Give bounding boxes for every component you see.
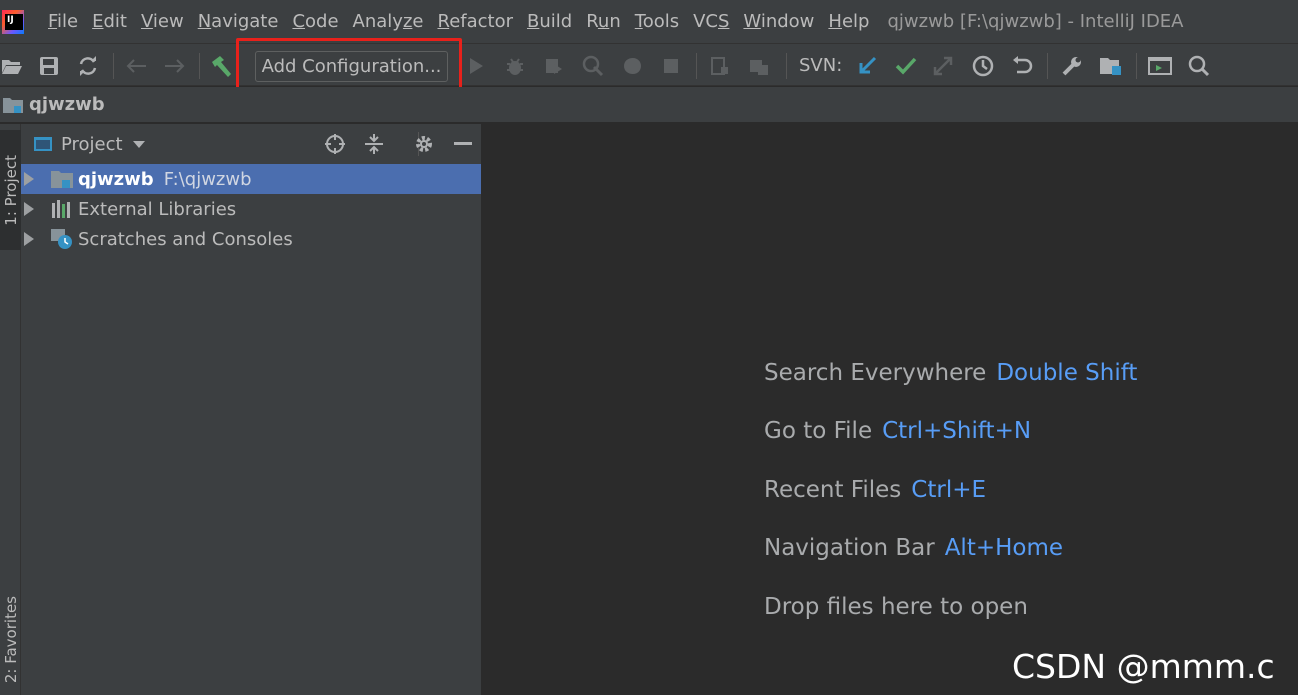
menu-bar: File Edit View Navigate Code Analyze Ref… (0, 0, 1298, 43)
forward-arrow-icon[interactable] (163, 54, 187, 78)
minimize-icon[interactable] (451, 132, 475, 156)
run-icon[interactable] (464, 54, 488, 78)
toolbar-separator (199, 53, 200, 79)
add-configuration-button[interactable]: Add Configuration... (255, 51, 448, 82)
menu-view[interactable]: View (141, 11, 184, 32)
menu-analyze[interactable]: Analyze (353, 11, 424, 32)
hint-shortcut: Ctrl+E (911, 477, 987, 503)
project-window-icon (34, 137, 52, 151)
save-icon[interactable] (37, 54, 61, 78)
libraries-icon (50, 198, 74, 220)
package-icon[interactable] (747, 54, 771, 78)
hint-recent-files: Recent Files Ctrl+E (764, 477, 986, 503)
svn-commit-icon[interactable] (894, 54, 918, 78)
layout-icon[interactable] (708, 54, 732, 78)
toolbar-separator (113, 53, 114, 79)
hint-text: Recent Files (764, 477, 902, 503)
project-tool-window: Project qjwzwb F:\qjwzwb External Librar… (21, 124, 482, 695)
expand-arrow-icon[interactable] (24, 202, 34, 216)
tree-label: qjwzwb (78, 168, 154, 190)
menu-vcs[interactable]: VCS (693, 11, 729, 32)
gear-icon[interactable] (412, 132, 436, 156)
hint-text: Search Everywhere (764, 360, 987, 386)
toolbar-separator (1047, 53, 1048, 79)
hint-drop-files: Drop files here to open (764, 594, 1028, 620)
hint-shortcut: Ctrl+Shift+N (882, 418, 1032, 444)
hint-text: Navigation Bar (764, 535, 935, 561)
module-folder-icon (50, 168, 74, 190)
editor-empty-area[interactable]: Search Everywhere Double Shift Go to File… (483, 124, 1298, 695)
breadcrumb-project[interactable]: qjwzwb (29, 94, 105, 115)
tab-favorites-label: 2: Favorites (1, 595, 20, 684)
watermark: CSDN @mmm.c (1012, 647, 1275, 686)
project-folder-icon (3, 97, 23, 113)
menu-refactor[interactable]: Refactor (437, 11, 513, 32)
menu-edit[interactable]: Edit (92, 11, 127, 32)
tree-row-project-root[interactable]: qjwzwb F:\qjwzwb (21, 164, 481, 194)
left-tool-stripe: 1: Project 2: Favorites (0, 124, 21, 695)
tab-project-label: 1: Project (1, 154, 20, 226)
back-arrow-icon[interactable] (124, 54, 148, 78)
settings-wrench-icon[interactable] (1060, 54, 1084, 78)
window-title: qjwzwb [F:\qjwzwb] - IntelliJ IDEA (887, 11, 1184, 32)
menu-run[interactable]: Run (586, 11, 621, 32)
tree-label: Scratches and Consoles (78, 228, 293, 250)
hint-text: Go to File (764, 418, 873, 444)
stop-icon[interactable] (659, 54, 683, 78)
coverage-icon[interactable] (542, 54, 566, 78)
hint-shortcut: Alt+Home (944, 535, 1064, 561)
debug-icon[interactable] (503, 54, 527, 78)
tree-row-scratches[interactable]: Scratches and Consoles (21, 224, 481, 254)
menu-file[interactable]: File (48, 11, 78, 32)
expand-arrow-icon[interactable] (24, 232, 34, 246)
project-panel-header: Project (21, 124, 481, 164)
search-icon[interactable] (1187, 54, 1211, 78)
svn-update-icon[interactable] (855, 54, 879, 78)
locate-target-icon[interactable] (323, 132, 347, 156)
open-folder-icon[interactable] (0, 54, 24, 78)
expand-arrow-icon[interactable] (24, 172, 34, 186)
project-structure-icon[interactable] (1099, 54, 1123, 78)
revert-icon[interactable] (1010, 54, 1034, 78)
intellij-logo-icon (2, 9, 24, 34)
toolbar-separator (696, 53, 697, 79)
tab-favorites[interactable]: 2: Favorites (0, 584, 21, 695)
profile-icon[interactable] (581, 54, 605, 78)
svn-compare-icon[interactable] (931, 54, 955, 78)
scratches-clock-icon (50, 228, 74, 250)
main-toolbar: Add Configuration... SVN: (0, 43, 1298, 86)
menu-help[interactable]: Help (828, 11, 869, 32)
project-view-selector[interactable]: Project (61, 134, 123, 155)
chevron-down-icon[interactable] (132, 140, 145, 148)
collapse-all-icon[interactable] (362, 132, 386, 156)
hint-shortcut: Double Shift (996, 360, 1138, 386)
sync-icon[interactable] (76, 54, 100, 78)
menu-tools[interactable]: Tools (635, 11, 679, 32)
menu-window[interactable]: Window (743, 11, 814, 32)
navigation-bar: qjwzwb (0, 87, 1298, 123)
build-hammer-icon[interactable] (210, 54, 234, 78)
menu-build[interactable]: Build (527, 11, 572, 32)
svn-label: SVN: (799, 55, 843, 76)
menu-code[interactable]: Code (292, 11, 338, 32)
history-icon[interactable] (971, 54, 995, 78)
toolbar-separator (786, 53, 787, 79)
tree-row-external-libraries[interactable]: External Libraries (21, 194, 481, 224)
hint-text: Drop files here to open (764, 594, 1028, 620)
hint-search-everywhere: Search Everywhere Double Shift (764, 360, 1137, 386)
tree-path: F:\qjwzwb (163, 168, 252, 190)
tree-label: External Libraries (78, 198, 237, 220)
hint-go-to-file: Go to File Ctrl+Shift+N (764, 418, 1031, 444)
toolbar-separator (1136, 53, 1137, 79)
tab-project[interactable]: 1: Project (0, 130, 21, 250)
attach-icon[interactable] (620, 54, 644, 78)
terminal-icon[interactable] (1148, 54, 1172, 78)
hint-navigation-bar: Navigation Bar Alt+Home (764, 535, 1063, 561)
menu-navigate[interactable]: Navigate (198, 11, 279, 32)
